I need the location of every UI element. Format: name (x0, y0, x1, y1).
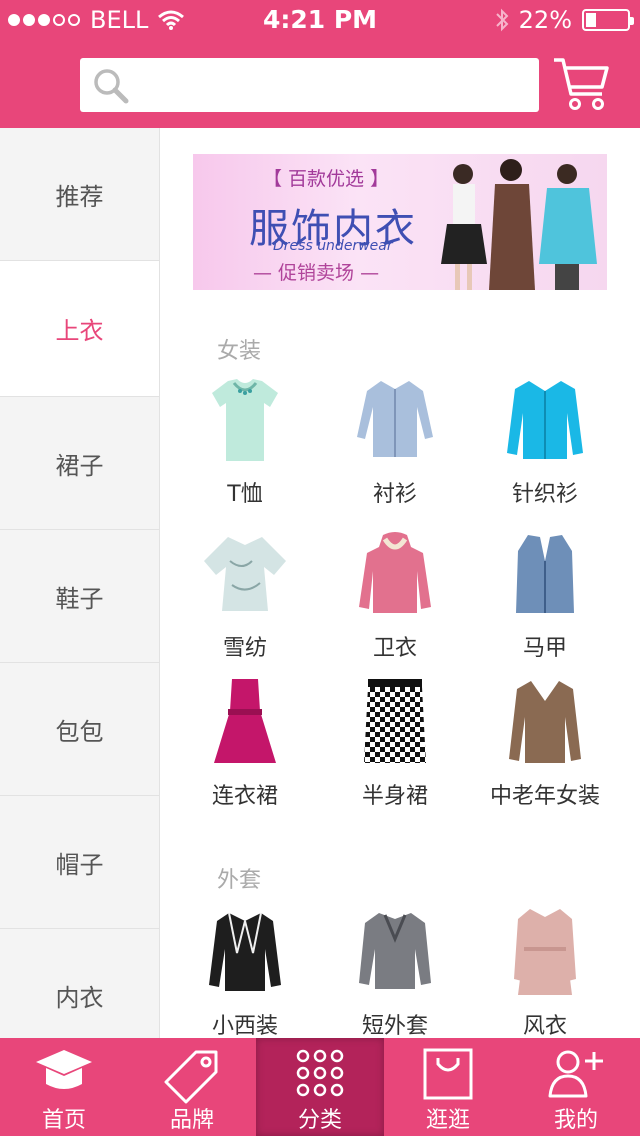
bluetooth-icon (495, 8, 509, 32)
banner-promo: — 促销卖场 — (253, 262, 380, 284)
home-cap-icon (36, 1050, 92, 1089)
search-input[interactable] (140, 66, 520, 104)
short-jacket-icon (359, 913, 431, 989)
category-item-hoodie[interactable]: 卫衣 (320, 526, 470, 662)
category-item-dress[interactable]: 连衣裙 (170, 674, 320, 810)
tab-label: 逛逛 (425, 1108, 470, 1133)
search-icon (94, 69, 129, 104)
category-item-short-jacket[interactable]: 短外套 (320, 904, 470, 1040)
shirt-icon (357, 381, 433, 457)
tab-label: 我的 (553, 1108, 598, 1133)
category-item-label: 小西装 (211, 1014, 278, 1039)
sweater-icon (509, 681, 581, 763)
top-header: BELL 4:21 PM 22% (0, 0, 640, 128)
category-item-label: 雪纺 (222, 636, 267, 661)
battery-icon (582, 9, 634, 31)
category-item-label: 卫衣 (372, 636, 417, 661)
category-item-label: 中老年女装 (489, 784, 600, 809)
dress-icon (214, 679, 276, 763)
tab-brands[interactable]: 品牌 (128, 1038, 256, 1136)
category-item-knitwear[interactable]: 针织衫 (470, 372, 620, 508)
grid-dots-icon (296, 1049, 344, 1097)
shopping-bag-icon (423, 1048, 473, 1100)
hoodie-icon (359, 532, 431, 613)
chiffon-top-icon (204, 537, 286, 611)
tab-browse[interactable]: 逛逛 (384, 1038, 512, 1136)
bottom-tab-bar: 首页 品牌 分类 逛逛 我的 (0, 1038, 640, 1136)
blazer-icon (209, 912, 281, 991)
promo-banner[interactable]: 【 百款优选 】 服饰内衣 Dress underwear — 促销卖场 — (193, 154, 607, 290)
category-item-chiffon[interactable]: 雪纺 (170, 526, 320, 662)
banner-subtitle: Dress underwear (273, 238, 393, 254)
category-item-label: 风衣 (522, 1014, 567, 1039)
category-item-skirt[interactable]: 半身裙 (320, 674, 470, 810)
section-title-outerwear: 外套 (217, 868, 262, 893)
category-item-label: 连衣裙 (211, 784, 278, 809)
skirt-icon (364, 679, 426, 763)
category-item-label: 衬衫 (372, 482, 417, 507)
category-item-label: 针织衫 (511, 482, 578, 507)
cart-icon[interactable] (552, 56, 610, 112)
tab-label: 分类 (297, 1108, 342, 1133)
sidebar-item-shoes[interactable]: 鞋子 (0, 530, 159, 663)
trench-coat-icon (514, 909, 576, 995)
tshirt-icon (212, 379, 278, 461)
category-content: 【 百款优选 】 服饰内衣 Dress underwear — 促销卖场 — 女… (160, 128, 640, 1040)
tab-label: 首页 (41, 1108, 86, 1133)
sidebar-item-recommend[interactable]: 推荐 (0, 128, 159, 261)
category-item-blazer[interactable]: 小西装 (170, 904, 320, 1040)
tab-home[interactable]: 首页 (0, 1038, 128, 1136)
category-sidebar: 推荐 上衣 裙子 鞋子 包包 帽子 内衣 (0, 128, 160, 1062)
category-item-label: 短外套 (361, 1014, 428, 1039)
user-add-icon (548, 1050, 603, 1098)
sidebar-item-tops[interactable]: 上衣 (0, 261, 159, 397)
banner-tag: 【 百款优选 】 (263, 168, 390, 190)
category-item-trench-coat[interactable]: 风衣 (470, 904, 620, 1040)
search-bar[interactable] (80, 58, 539, 112)
tag-icon (164, 1050, 218, 1104)
tab-label: 品牌 (169, 1108, 214, 1133)
banner-models-image (441, 159, 597, 290)
section-title-womens: 女装 (217, 339, 262, 364)
knit-cardigan-icon (507, 381, 583, 459)
category-item-tshirt[interactable]: T恤 (170, 372, 320, 508)
tab-mine[interactable]: 我的 (512, 1038, 640, 1136)
battery-percent: 22% (518, 6, 572, 34)
tab-categories[interactable]: 分类 (256, 1038, 384, 1136)
category-item-label: 半身裙 (361, 784, 428, 809)
sidebar-item-skirts[interactable]: 裙子 (0, 397, 159, 530)
sidebar-item-hats[interactable]: 帽子 (0, 796, 159, 929)
category-item-shirt[interactable]: 衬衫 (320, 372, 470, 508)
category-item-label: T恤 (227, 482, 263, 507)
status-bar: BELL 4:21 PM 22% (0, 0, 640, 40)
category-item-middle-aged[interactable]: 中老年女装 (470, 674, 620, 810)
sidebar-item-bags[interactable]: 包包 (0, 663, 159, 796)
category-item-label: 马甲 (522, 636, 567, 661)
category-item-vest[interactable]: 马甲 (470, 526, 620, 662)
vest-icon (516, 535, 574, 613)
